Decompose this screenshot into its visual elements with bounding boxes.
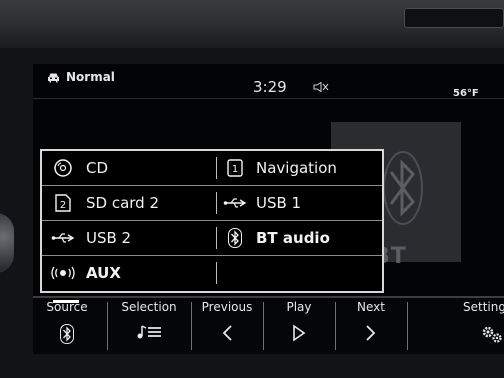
tab-divider — [191, 302, 192, 350]
status-divider — [33, 98, 504, 99]
bottom-toolbar: Source Selection Previous Play Next Sett… — [33, 296, 504, 354]
tab-source[interactable]: Source — [33, 298, 101, 354]
tab-label: Previous — [201, 300, 253, 314]
playlist-icon — [109, 324, 189, 340]
usb-icon — [50, 231, 76, 245]
tab-label: Selection — [121, 300, 177, 314]
column-divider — [216, 262, 217, 284]
svg-text:1: 1 — [232, 164, 238, 175]
source-label: USB 2 — [86, 229, 132, 247]
tab-label: Source — [46, 300, 88, 314]
menu-row: USB 2 BT audio — [42, 221, 382, 255]
tab-label: Next — [357, 300, 385, 314]
column-divider — [216, 157, 217, 179]
dashboard-slot — [404, 8, 504, 28]
menu-row: 2 SD card 2 USB 1 — [42, 186, 382, 220]
volume-knob[interactable] — [0, 213, 14, 273]
source-label: Navigation — [256, 159, 337, 177]
column-divider — [216, 192, 217, 214]
previous-icon — [193, 324, 261, 342]
tab-divider — [335, 302, 336, 350]
driving-profile[interactable]: Normal — [47, 70, 115, 84]
source-item-bt-audio[interactable]: BT audio — [222, 221, 378, 255]
svg-text:2: 2 — [60, 200, 66, 211]
infotainment-screen: Normal 3:29 56°F BT CD 1 Navigation 2 SD… — [33, 64, 504, 354]
source-label: BT audio — [256, 229, 330, 247]
gear-icon — [437, 324, 504, 344]
sd-card-icon: 2 — [50, 194, 76, 212]
tab-selection[interactable]: Selection — [109, 298, 189, 354]
source-item-aux[interactable]: AUX — [50, 256, 210, 290]
play-icon — [265, 324, 333, 342]
source-label: USB 1 — [256, 194, 302, 212]
tab-divider — [263, 302, 264, 350]
navigation-icon: 1 — [222, 159, 248, 177]
clock: 3:29 — [253, 78, 287, 96]
source-label: AUX — [86, 264, 121, 282]
source-item-navigation[interactable]: 1 Navigation — [222, 151, 378, 185]
tab-label: Play — [286, 300, 312, 314]
tab-divider — [107, 302, 108, 350]
source-item-sd-card-2[interactable]: 2 SD card 2 — [50, 186, 210, 220]
tab-previous[interactable]: Previous — [193, 298, 261, 354]
source-label: CD — [86, 159, 109, 177]
status-bar: Normal 3:29 56°F — [33, 64, 504, 99]
menu-row: AUX — [42, 256, 382, 290]
cd-icon — [50, 158, 76, 178]
bluetooth-icon — [33, 324, 101, 344]
source-item-cd[interactable]: CD — [50, 151, 210, 185]
source-menu: CD 1 Navigation 2 SD card 2 USB 1 USB 2 … — [40, 149, 384, 293]
tab-divider — [407, 302, 408, 350]
menu-row: CD 1 Navigation — [42, 151, 382, 185]
tab-label: Settings — [463, 300, 504, 314]
aux-icon — [50, 265, 76, 281]
profile-label: Normal — [66, 70, 115, 84]
source-item-usb-2[interactable]: USB 2 — [50, 221, 210, 255]
column-divider — [216, 227, 217, 249]
mute-icon — [313, 81, 329, 95]
next-icon — [337, 324, 405, 342]
tab-next[interactable]: Next — [337, 298, 405, 354]
source-label: SD card 2 — [86, 194, 160, 212]
tab-play[interactable]: Play — [265, 298, 333, 354]
car-icon — [48, 73, 59, 82]
tab-settings[interactable]: Settings — [437, 298, 504, 354]
usb-icon — [222, 196, 248, 210]
source-item-usb-1[interactable]: USB 1 — [222, 186, 378, 220]
bluetooth-icon — [383, 151, 423, 225]
bluetooth-icon — [222, 228, 248, 248]
